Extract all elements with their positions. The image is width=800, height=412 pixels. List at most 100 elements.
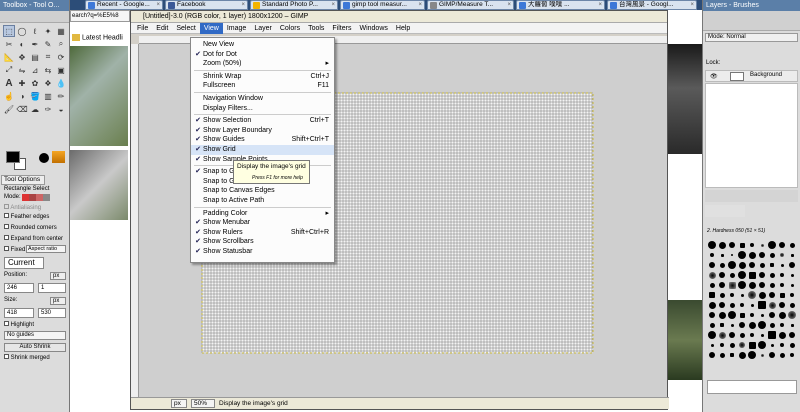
- brush-swatch[interactable]: [777, 240, 787, 250]
- brush-swatch[interactable]: [757, 270, 767, 280]
- brush-swatch[interactable]: [787, 250, 797, 260]
- blend-tool-icon[interactable]: ▥: [42, 90, 54, 102]
- scale-tool-icon[interactable]: ⤢: [3, 64, 15, 76]
- brush-swatch[interactable]: [787, 320, 797, 330]
- brush-swatch[interactable]: [757, 260, 767, 270]
- free-select-tool-icon[interactable]: ℓ: [29, 25, 41, 37]
- view-menu-item[interactable]: ✔ Show Guides Shift+Ctrl+T: [191, 135, 334, 145]
- mode-select[interactable]: Mode: Normal: [705, 33, 798, 42]
- brush-swatch[interactable]: [757, 300, 767, 310]
- brush-swatch[interactable]: [717, 260, 727, 270]
- shrink-merged-checkbox[interactable]: Shrink merged: [4, 354, 50, 361]
- browser-tab[interactable]: Recent - Google... ×: [85, 0, 163, 10]
- fixed-checkbox[interactable]: Fixed:: [4, 246, 27, 253]
- brush-swatch[interactable]: [717, 250, 727, 260]
- brush-swatch[interactable]: [777, 290, 787, 300]
- brush-swatch[interactable]: [737, 270, 747, 280]
- brush-swatch[interactable]: [767, 300, 777, 310]
- brush-swatch[interactable]: [757, 310, 767, 320]
- brush-swatch[interactable]: [747, 350, 757, 360]
- view-menu-item[interactable]: ✔ Show Grid: [191, 145, 334, 155]
- brush-swatch[interactable]: [717, 270, 727, 280]
- brush-swatch[interactable]: [777, 300, 787, 310]
- brush-swatch[interactable]: [757, 290, 767, 300]
- brush-swatch[interactable]: [707, 240, 717, 250]
- brush-swatch[interactable]: [707, 270, 717, 280]
- antialiasing-checkbox[interactable]: Antialiasing: [4, 204, 41, 211]
- browser-tab[interactable]: Facebook ×: [165, 0, 248, 10]
- brush-swatch[interactable]: [727, 310, 737, 320]
- brush-swatch[interactable]: [767, 310, 777, 320]
- brush-swatch[interactable]: [777, 350, 787, 360]
- brush-swatch[interactable]: [717, 340, 727, 350]
- mode-buttons[interactable]: [22, 194, 50, 201]
- brush-swatch[interactable]: [747, 240, 757, 250]
- cage-tool-icon[interactable]: ▣: [55, 64, 67, 76]
- brush-swatch[interactable]: [707, 290, 717, 300]
- ink-tool-icon[interactable]: ✑: [42, 103, 54, 115]
- brush-swatch[interactable]: [727, 280, 737, 290]
- view-menu-item[interactable]: ✔ Show Selection Ctrl+T: [191, 116, 334, 126]
- brush-swatch[interactable]: [777, 340, 787, 350]
- brush-swatch[interactable]: [787, 350, 797, 360]
- brush-swatch[interactable]: [747, 330, 757, 340]
- eraser-tool-icon[interactable]: ⌫: [16, 103, 28, 115]
- brush-swatch[interactable]: [787, 300, 797, 310]
- bucket-tool-icon[interactable]: 🪣: [29, 90, 41, 102]
- brush-swatch[interactable]: [707, 260, 717, 270]
- brush-swatch[interactable]: [707, 280, 717, 290]
- position-x-field[interactable]: 246: [4, 283, 34, 293]
- brush-swatch[interactable]: [707, 320, 717, 330]
- fg-select-tool-icon[interactable]: ◐: [16, 38, 28, 50]
- brush-swatch[interactable]: [747, 290, 757, 300]
- view-menu-item[interactable]: Shrink Wrap Ctrl+J: [191, 72, 334, 82]
- view-menu-item[interactable]: ✔ Dot for Dot: [191, 50, 334, 60]
- layer-row[interactable]: 👁 Background: [705, 70, 798, 82]
- tab-close-icon[interactable]: ×: [241, 1, 245, 9]
- brush-swatch[interactable]: [737, 250, 747, 260]
- eye-icon[interactable]: 👁: [710, 73, 718, 80]
- tool-options-tab[interactable]: Tool Options: [1, 175, 45, 185]
- brush-bottom-field[interactable]: [707, 380, 797, 394]
- brush-swatch[interactable]: [777, 320, 787, 330]
- brush-swatch[interactable]: [707, 350, 717, 360]
- brush-swatch[interactable]: [727, 260, 737, 270]
- tab-close-icon[interactable]: ×: [598, 1, 602, 9]
- brush-swatch[interactable]: [787, 280, 797, 290]
- brush-swatch[interactable]: [717, 280, 727, 290]
- brush-swatch[interactable]: [737, 300, 747, 310]
- brush-swatch[interactable]: [787, 260, 797, 270]
- brush-swatch[interactable]: [717, 300, 727, 310]
- dodge-tool-icon[interactable]: ◑: [16, 90, 28, 102]
- highlight-checkbox[interactable]: Highlight: [4, 321, 34, 328]
- align-tool-icon[interactable]: ▤: [29, 51, 41, 63]
- brush-swatch[interactable]: [767, 330, 777, 340]
- measure-tool-icon[interactable]: 📐: [3, 51, 15, 63]
- size-height-field[interactable]: 530: [38, 308, 66, 318]
- brush-swatch[interactable]: [757, 340, 767, 350]
- brush-swatch[interactable]: [757, 280, 767, 290]
- tab-close-icon[interactable]: ×: [418, 1, 422, 9]
- brush-swatch[interactable]: [787, 240, 797, 250]
- menu-colors[interactable]: Colors: [276, 23, 304, 34]
- text-tool-icon[interactable]: A: [3, 77, 15, 89]
- brush-swatch[interactable]: [727, 270, 737, 280]
- brush-swatch[interactable]: [747, 340, 757, 350]
- brush-swatch[interactable]: [777, 260, 787, 270]
- feather-edges-checkbox[interactable]: Feather edges: [4, 213, 49, 220]
- view-menu-item[interactable]: Fullscreen F11: [191, 81, 334, 91]
- brush-swatch[interactable]: [737, 330, 747, 340]
- browser-tab[interactable]: gimp tool measur... ×: [340, 0, 425, 10]
- menu-layer[interactable]: Layer: [250, 23, 276, 34]
- brush-swatch[interactable]: [737, 340, 747, 350]
- paths-tool-icon[interactable]: ✒: [29, 38, 41, 50]
- brush-swatch[interactable]: [737, 260, 747, 270]
- rounded-corners-checkbox[interactable]: Rounded corners: [4, 224, 57, 231]
- menu-windows[interactable]: Windows: [355, 23, 391, 34]
- menu-tools[interactable]: Tools: [304, 23, 328, 34]
- browser-tab[interactable]: GIMP/Measure T... ×: [427, 0, 514, 10]
- brush-swatch[interactable]: [767, 260, 777, 270]
- heal-tool-icon[interactable]: ✚: [16, 77, 28, 89]
- brush-swatch[interactable]: [737, 290, 747, 300]
- brush-swatch[interactable]: [747, 320, 757, 330]
